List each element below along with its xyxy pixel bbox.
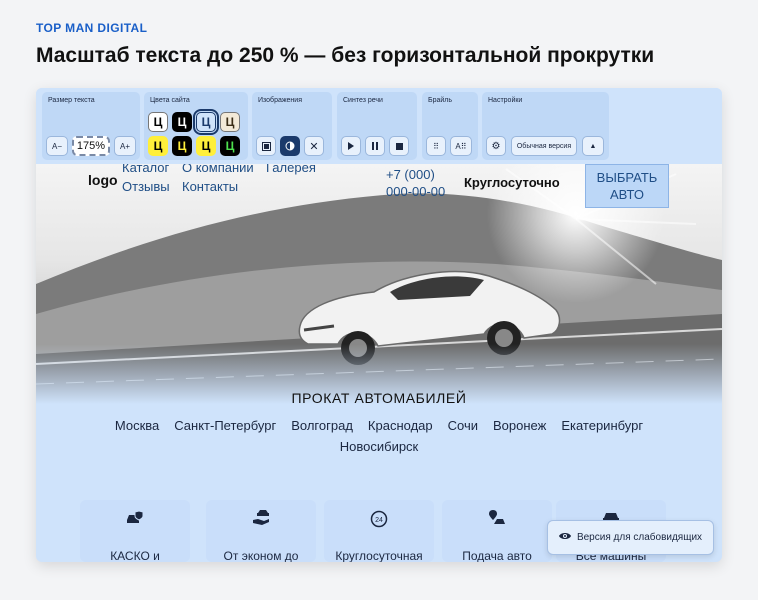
font-size-value: 175% — [72, 136, 110, 156]
city-link[interactable]: Москва — [115, 418, 159, 433]
braille-group: Брайль ⠿ A⠿ — [422, 92, 478, 160]
24h-icon: 24 — [324, 510, 434, 531]
color-scheme-black-yellow[interactable]: Ц — [172, 136, 192, 156]
site-colors-group: Цвета сайта Ц Ц Ц Ц Ц Ц Ц Ц — [144, 92, 248, 160]
accessibility-toolbar: Размер текста A− 175% A+ Цвета сайта Ц Ц… — [36, 88, 722, 164]
nav-gallery[interactable]: Галерея — [266, 164, 316, 175]
city-link[interactable]: Сочи — [448, 418, 478, 433]
section-title: ПРОКАТ АВТОМАБИЛЕЙ — [291, 390, 467, 406]
feature-label: КАСКО и — [110, 549, 160, 562]
low-vision-button[interactable]: Версия для слабовидящих — [547, 520, 714, 555]
feature-label: Круглосуточная — [335, 549, 423, 562]
eye-icon — [558, 532, 571, 543]
city-link[interactable]: Екатеринбург — [561, 418, 643, 433]
nav-reviews[interactable]: Отзывы — [122, 179, 170, 194]
city-link[interactable]: Санкт-Петербург — [174, 418, 276, 433]
increase-font-button[interactable]: A+ — [114, 136, 136, 156]
close-icon[interactable]: ✕ — [304, 136, 324, 156]
cta-line-1: ВЫБРАТЬ — [596, 170, 658, 185]
feature-card[interactable]: КАСКО и — [80, 500, 190, 562]
city-link[interactable]: Воронеж — [493, 418, 546, 433]
svg-text:24: 24 — [375, 517, 383, 524]
settings-label: Настройки — [488, 97, 523, 104]
cta-line-2: АВТО — [610, 187, 644, 202]
city-link[interactable]: Новосибирск — [340, 439, 419, 454]
images-group: Изображения ✕ — [252, 92, 332, 160]
choose-car-button[interactable]: ВЫБРАТЬ АВТО — [585, 164, 669, 208]
color-scheme-yellow-black-2[interactable]: Ц — [196, 136, 216, 156]
website-preview: Размер текста A− 175% A+ Цвета сайта Ц Ц… — [36, 88, 722, 562]
color-scheme-beige[interactable]: Ц — [220, 112, 240, 132]
car-shield-icon — [80, 510, 190, 529]
font-size-group: Размер текста A− 175% A+ — [42, 92, 140, 160]
braille-text-icon[interactable]: A⠿ — [450, 136, 472, 156]
site-colors-label: Цвета сайта — [150, 97, 190, 104]
low-vision-label: Версия для слабовидящих — [576, 532, 703, 543]
page-headline: Масштаб текста до 250 % — без горизонтал… — [36, 44, 655, 67]
images-label: Изображения — [258, 97, 302, 104]
phone-number[interactable]: +7 (000) 000-00-00 — [386, 166, 445, 200]
feature-label: От эконом до — [223, 549, 299, 562]
decrease-font-button[interactable]: A− — [46, 136, 68, 156]
play-icon[interactable] — [341, 136, 361, 156]
phone-line-1: +7 (000) — [386, 167, 435, 182]
hand-car-icon — [206, 510, 316, 529]
color-scheme-black-green[interactable]: Ц — [220, 136, 240, 156]
city-list: Москва Санкт-Петербург Волгоград Краснод… — [96, 418, 662, 454]
working-hours: Круглосуточно — [464, 175, 560, 190]
pause-icon[interactable] — [365, 136, 385, 156]
nav-catalog[interactable]: Каталог — [122, 164, 169, 175]
braille-label: Брайль — [428, 97, 453, 104]
feature-card[interactable]: Подача авто — [442, 500, 552, 562]
image-icon[interactable] — [256, 136, 276, 156]
site-logo[interactable]: logo — [88, 172, 118, 188]
map-pin-icon — [442, 510, 552, 529]
gear-icon[interactable]: ⚙ — [486, 136, 506, 156]
contrast-icon[interactable] — [280, 136, 300, 156]
color-scheme-white-black[interactable]: Ц — [148, 112, 168, 132]
nav-about[interactable]: О компании — [182, 164, 254, 175]
city-link[interactable]: Волгоград — [291, 418, 353, 433]
regular-version-button[interactable]: Обычная версия — [511, 136, 577, 156]
braille-dots-icon[interactable]: ⠿ — [426, 136, 446, 156]
stop-icon[interactable] — [389, 136, 409, 156]
feature-label: Подача авто — [462, 549, 532, 562]
color-scheme-yellow-black[interactable]: Ц — [148, 136, 168, 156]
brand-label: TOP MAN DIGITAL — [36, 21, 148, 35]
phone-line-2: 000-00-00 — [386, 184, 446, 199]
color-scheme-blue[interactable]: Ц — [193, 109, 219, 135]
chevron-up-icon[interactable]: ▲ — [582, 136, 604, 156]
nav-contacts[interactable]: Контакты — [182, 179, 238, 194]
speech-label: Синтез речи — [343, 97, 383, 104]
font-size-label: Размер текста — [48, 97, 95, 104]
hero-banner: logo Каталог О компании Галерея Отзывы К… — [36, 164, 722, 404]
settings-group: Настройки ⚙ Обычная версия ▲ — [482, 92, 609, 160]
speech-group: Синтез речи — [337, 92, 417, 160]
feature-card[interactable]: От эконом до — [206, 500, 316, 562]
city-link[interactable]: Краснодар — [368, 418, 433, 433]
feature-card[interactable]: 24 Круглосуточная — [324, 500, 434, 562]
color-scheme-black-white[interactable]: Ц — [172, 112, 192, 132]
